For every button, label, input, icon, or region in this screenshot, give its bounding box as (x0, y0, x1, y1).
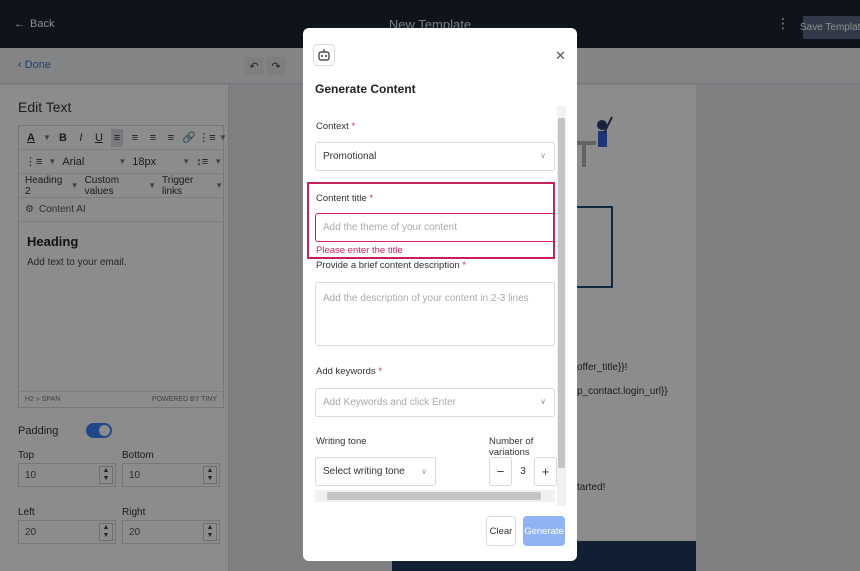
horizontal-scrollbar[interactable] (315, 490, 555, 502)
scrollbar-thumb[interactable] (558, 118, 565, 468)
keywords-input[interactable]: Add Keywords and click Enter ∨ (315, 388, 555, 417)
generate-content-modal: ✕ Generate Content Context * Promotional… (303, 28, 577, 561)
description-textarea[interactable]: Add the description of your content in 2… (315, 282, 555, 346)
context-value: Promotional (323, 151, 377, 162)
increment-button[interactable]: + (534, 457, 557, 486)
modal-form-scroll[interactable]: Context * Promotional ∨ Content title * … (303, 104, 565, 514)
chevron-down-icon: ∨ (540, 397, 546, 406)
chevron-down-icon: ∨ (421, 467, 427, 476)
variations-label: Number of variations (489, 436, 534, 458)
tone-label: Writing tone (316, 436, 367, 447)
context-select[interactable]: Promotional ∨ (315, 142, 555, 171)
close-icon[interactable]: ✕ (555, 48, 566, 64)
tone-placeholder: Select writing tone (323, 466, 405, 477)
keywords-label: Add keywords * (316, 366, 383, 377)
variations-stepper: − 3 + (489, 457, 557, 486)
variations-value: 3 (520, 466, 526, 477)
scrollbar-thumb[interactable] (327, 492, 541, 500)
generate-button[interactable]: Generate (523, 516, 565, 546)
content-title-error-highlight (307, 182, 555, 259)
keywords-placeholder: Add Keywords and click Enter (323, 397, 456, 408)
chevron-down-icon: ∨ (540, 151, 546, 160)
writing-tone-select[interactable]: Select writing tone ∨ (315, 457, 436, 486)
decrement-button[interactable]: − (489, 457, 512, 486)
clear-button[interactable]: Clear (486, 516, 516, 546)
description-placeholder: Add the description of your content in 2… (323, 293, 529, 304)
modal-title: Generate Content (315, 82, 416, 96)
robot-icon (313, 44, 335, 66)
vertical-scrollbar[interactable] (557, 106, 566, 506)
context-label: Context * (316, 121, 356, 132)
description-label: Provide a brief content description * (316, 260, 466, 271)
